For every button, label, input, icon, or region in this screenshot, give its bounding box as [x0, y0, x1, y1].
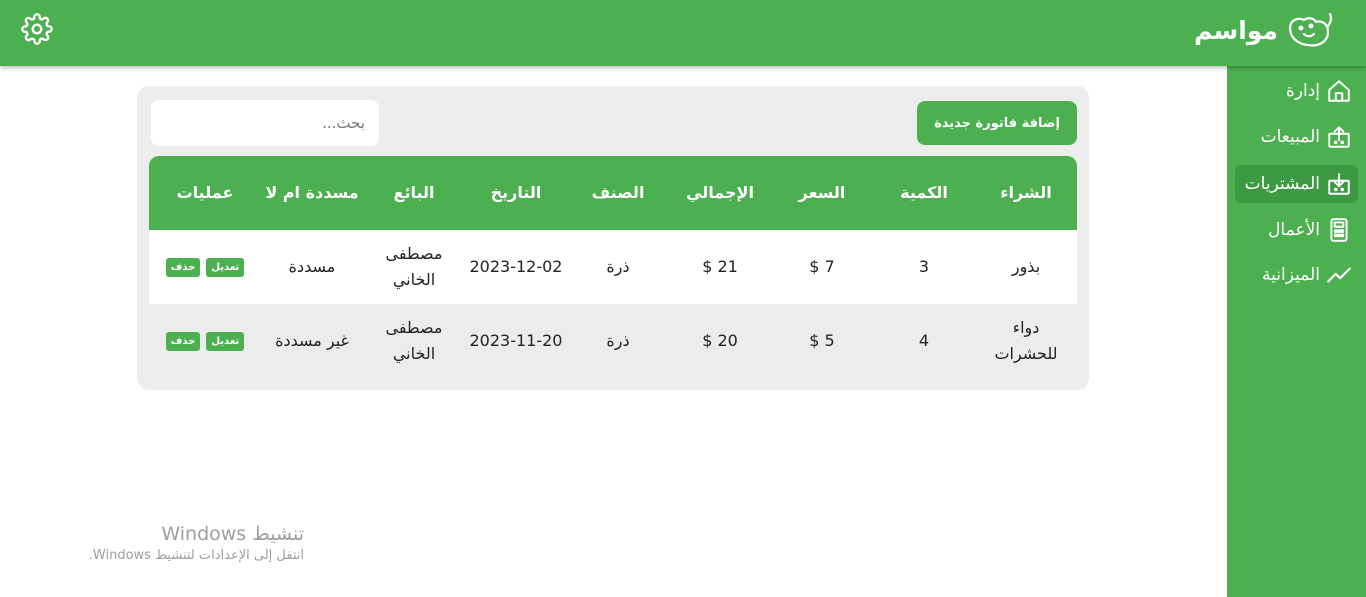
box-out-icon	[1328, 126, 1350, 148]
cell-category: ذرة	[606, 331, 630, 350]
windows-activation-watermark: تنشيط Windows انتقل إلى الإعدادات لتنشيط…	[68, 522, 304, 566]
header-total: الإجمالي	[686, 183, 754, 202]
cell-quantity: 4	[918, 331, 930, 350]
header-category: الصنف	[591, 183, 645, 202]
header-purchase: الشراء	[1000, 183, 1052, 202]
header-price: السعر	[798, 183, 846, 202]
sidebar-item-budget[interactable]: الميزانية	[1235, 256, 1358, 294]
table-row: بذور 3 7 $ 21 $ ذرة 2023-12-02 مصطفى الخ…	[149, 230, 1077, 304]
delete-button[interactable]: حذف	[165, 331, 201, 351]
search-input[interactable]	[151, 100, 379, 146]
sidebar-item-sales[interactable]: المبيعات	[1235, 118, 1358, 156]
delete-button[interactable]: حذف	[165, 257, 201, 277]
sidebar-item-label: إدارة	[1285, 81, 1320, 101]
cell-total: 20 $	[702, 331, 738, 350]
table-row: دواء للحشرات 4 5 $ 20 $ ذرة 2023-11-20 م…	[149, 304, 1077, 378]
purchases-table: الشراء الكمية السعر الإجمالي الصنف التار…	[149, 156, 1077, 378]
cell-seller: مصطفى الخاني	[385, 244, 443, 289]
cell-quantity: 3	[918, 257, 930, 276]
cell-date: 2023-12-02	[469, 257, 563, 276]
trend-icon	[1327, 267, 1351, 283]
edit-button[interactable]: تعديل	[206, 257, 245, 277]
calculator-icon	[1330, 218, 1348, 242]
add-invoice-button[interactable]: إضافة فاتورة جديدة	[917, 101, 1077, 145]
box-in-icon	[1328, 173, 1350, 195]
cell-seller: مصطفى الخاني	[385, 318, 443, 363]
edit-button[interactable]: تعديل	[206, 331, 245, 351]
purchases-panel: إضافة فاتورة جديدة الشراء الكمية السعر ا…	[137, 86, 1089, 390]
cell-price: 7 $	[809, 257, 835, 276]
cell-item: دواء للحشرات	[994, 318, 1058, 363]
brand[interactable]: مواسم	[1194, 8, 1336, 52]
gear-icon[interactable]	[21, 13, 53, 45]
watermark-subtitle: انتقل إلى الإعدادات لتنشيط Windows.	[88, 548, 304, 563]
header-quantity: الكمية	[900, 183, 948, 202]
cell-date: 2023-11-20	[469, 331, 563, 350]
header-seller: البائع	[393, 183, 435, 202]
top-bar: مواسم	[0, 0, 1366, 66]
row-actions: تعديل حذف	[149, 331, 261, 351]
sidebar-item-business[interactable]: الأعمال	[1235, 211, 1358, 249]
header-date: التاريخ	[490, 183, 542, 202]
row-actions: تعديل حذف	[149, 257, 261, 277]
sidebar-item-purchases[interactable]: المشتريات	[1235, 165, 1358, 203]
sidebar-item-label: المشتريات	[1244, 174, 1320, 194]
cell-category: ذرة	[606, 257, 630, 276]
cell-item: بذور	[1011, 257, 1041, 276]
cell-paid-status: غير مسددة	[275, 331, 349, 350]
cell-total: 21 $	[702, 257, 738, 276]
home-icon	[1328, 80, 1350, 102]
sidebar-item-label: الميزانية	[1262, 265, 1320, 285]
header-paid: مسددة ام لا	[265, 183, 359, 202]
watermark-title: تنشيط Windows	[161, 523, 304, 545]
pepper-logo-icon	[1288, 12, 1333, 47]
sidebar-item-label: المبيعات	[1260, 127, 1320, 147]
table-header: الشراء الكمية السعر الإجمالي الصنف التار…	[149, 156, 1077, 230]
sidebar-item-management[interactable]: إدارة	[1235, 72, 1358, 110]
cell-paid-status: مسددة	[288, 257, 336, 276]
sidebar-item-label: الأعمال	[1268, 220, 1320, 240]
header-actions: عمليات	[176, 183, 234, 202]
sidebar: إدارة المبيعات المشتريات الأعمال الميزان…	[1227, 66, 1366, 597]
cell-price: 5 $	[809, 331, 835, 350]
app-name: مواسم	[1194, 15, 1278, 45]
